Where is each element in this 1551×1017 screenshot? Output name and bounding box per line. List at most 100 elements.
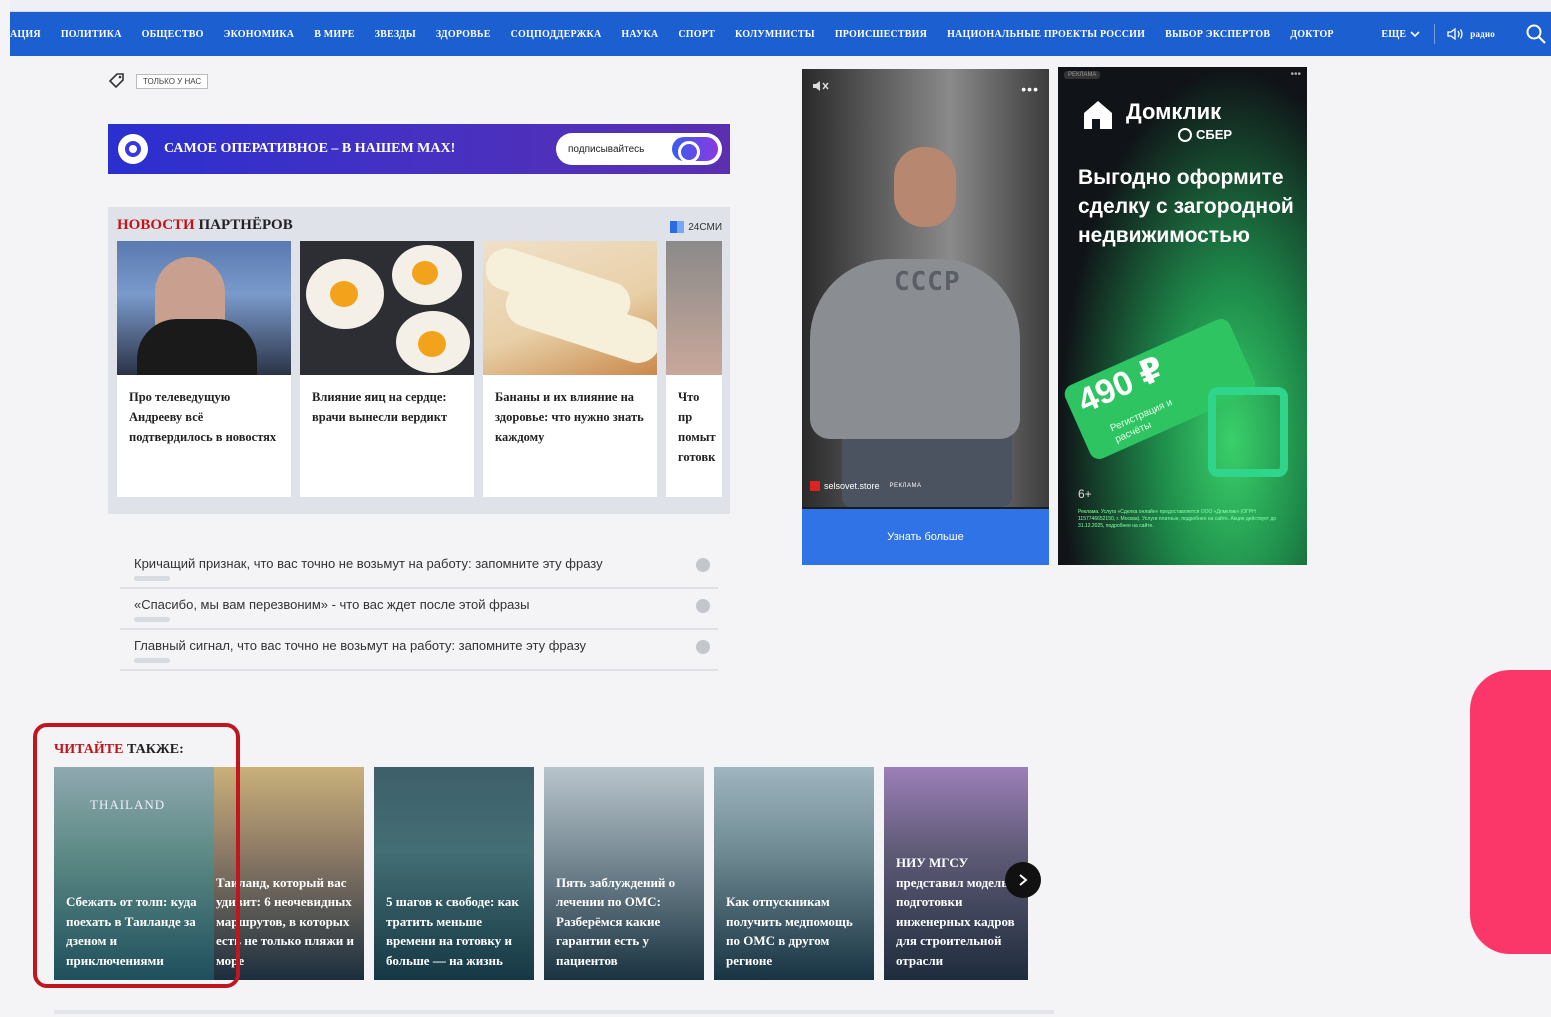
partner-card-image <box>483 241 657 375</box>
carousel-next-button[interactable] <box>1005 862 1041 898</box>
partner-card-image <box>666 241 722 375</box>
speaker-icon <box>1447 27 1463 41</box>
partner-card-text: Про телеведущую Андрееву всё подтвердило… <box>129 390 277 444</box>
partner-title-red: НОВОСТИ <box>117 217 195 233</box>
list-item[interactable]: Главный сигнал, что вас точно не возьмут… <box>120 630 718 671</box>
nav-item-0[interactable]: АЦИЯ <box>10 29 41 40</box>
exclusive-tag-row: ТОЛЬКО У НАС <box>108 72 209 90</box>
max-banner-text: САМОЕ ОПЕРАТИВНОЕ – В НАШЕМ MAX! <box>164 141 456 156</box>
chevron-right-icon <box>1019 874 1028 886</box>
video-ad[interactable]: СССР ••• selsovet.store РЕКЛАМА Узнать б… <box>802 69 1049 565</box>
sber-label: СБЕР <box>1196 127 1233 142</box>
nav-item-health[interactable]: ЗДОРОВЬЕ <box>436 29 491 40</box>
mute-icon[interactable] <box>812 79 830 93</box>
nav-item-national-projects[interactable]: НАЦИОНАЛЬНЫЕ ПРОЕКТЫ РОССИИ <box>947 29 1145 40</box>
highlight-frame <box>33 723 240 988</box>
list-item-text: Кричащий признак, что вас точно не возьм… <box>134 556 603 571</box>
video-ad-source: selsovet.store РЕКЛАМА <box>810 481 921 491</box>
read-also-card-text: 5 шагов к свободе: как тратить меньше вр… <box>386 894 519 968</box>
read-also-card[interactable]: Как отпускникам получить медпомощь по ОМ… <box>714 767 874 980</box>
nav-item-economy[interactable]: ЭКОНОМИКА <box>224 29 295 40</box>
tag-icon <box>108 73 124 89</box>
nav-item-social[interactable]: СОЦПОДДЕРЖКА <box>511 29 602 40</box>
video-ad-scene: СССР <box>802 69 1049 507</box>
list-item[interactable]: «Спасибо, мы вам перезвоним» - что вас ж… <box>120 589 718 630</box>
partner-card-image <box>300 241 474 375</box>
nav-item-columnists[interactable]: КОЛУМНИСТЫ <box>735 29 815 40</box>
partner-source[interactable]: 24СМИ <box>670 221 722 233</box>
nav-item-world[interactable]: В МИРЕ <box>314 29 354 40</box>
nav-item-science[interactable]: НАУКА <box>621 29 658 40</box>
bottom-divider <box>54 1010 1054 1014</box>
list-item-bar <box>134 617 170 622</box>
nav-item-doctor[interactable]: ДОКТОР <box>1290 29 1334 40</box>
radio-button[interactable]: радио <box>1447 27 1495 41</box>
ad-tag: РЕКЛАМА <box>1064 71 1101 79</box>
read-also-card-text: Как отпускникам получить медпомощь по ОМ… <box>726 894 853 968</box>
domclick-logo-icon <box>1084 101 1112 129</box>
partner-news-title: НОВОСТИ ПАРТНЁРОВ <box>117 217 293 234</box>
source-logo-icon <box>810 481 820 491</box>
video-ad-source-label: selsovet.store <box>824 481 880 491</box>
main-nav: АЦИЯ ПОЛИТИКА ОБЩЕСТВО ЭКОНОМИКА В МИРЕ … <box>10 12 1551 56</box>
nav-item-stars[interactable]: ЗВЕЗДЫ <box>375 29 416 40</box>
partner-news-block: НОВОСТИ ПАРТНЁРОВ 24СМИ Про телеведущую … <box>108 207 730 514</box>
side-floating-button[interactable] <box>1470 670 1551 954</box>
source-logo-icon <box>670 221 685 233</box>
learn-more-button[interactable]: Узнать больше <box>802 509 1049 565</box>
read-also-card-text: НИУ МГСУ представил модель подготовки ин… <box>896 855 1015 968</box>
partner-card[interactable]: Про телеведущую Андрееву всё подтвердило… <box>117 241 291 497</box>
list-item-bar <box>134 658 170 663</box>
read-also-card[interactable]: 5 шагов к свободе: как тратить меньше вр… <box>374 767 534 980</box>
partner-card-text: Что пр помыт готовк <box>678 390 716 464</box>
read-also-card-text: Пять заблуждений о лечении по ОМС: Разбе… <box>556 874 676 968</box>
exclusive-tag[interactable]: ТОЛЬКО У НАС <box>136 73 209 89</box>
sber-brand: СБЕР <box>1178 127 1232 142</box>
legal-text: Реклама. Услуга «Сделка онлайн» предоста… <box>1078 509 1277 529</box>
list-item-text: Главный сигнал, что вас точно не возьмут… <box>134 638 587 653</box>
nav-item-sport[interactable]: СПОРТ <box>678 29 715 40</box>
partner-cards: Про телеведущую Андрееву всё подтвердило… <box>117 241 722 497</box>
info-icon[interactable] <box>696 558 710 572</box>
nav-separator <box>1434 24 1436 44</box>
partner-card-image <box>117 241 291 375</box>
info-icon[interactable] <box>696 599 710 613</box>
read-also-card[interactable]: Пять заблуждений о лечении по ОМС: Разбе… <box>544 767 704 980</box>
domclick-ad[interactable]: РЕКЛАМА ••• Домклик СБЕР Выгодно оформит… <box>1058 67 1307 565</box>
partner-card-text: Влияние яиц на сердце: врачи вынесли вер… <box>312 390 448 424</box>
more-options-icon[interactable]: ••• <box>1021 81 1039 97</box>
partner-card[interactable]: Влияние яиц на сердце: врачи вынесли вер… <box>300 241 474 497</box>
partner-source-label: 24СМИ <box>688 221 722 233</box>
max-app-icon <box>672 137 718 163</box>
more-options-icon[interactable]: ••• <box>1290 69 1301 80</box>
list-item[interactable]: Кричащий признак, что вас точно не возьм… <box>120 548 718 589</box>
max-subscribe-banner[interactable]: САМОЕ ОПЕРАТИВНОЕ – В НАШЕМ MAX! подписы… <box>108 124 730 174</box>
shirt-text: СССР <box>894 267 961 297</box>
domclick-brand: Домклик <box>1126 99 1222 124</box>
list-item-text: «Спасибо, мы вам перезвоним» - что вас ж… <box>134 597 530 612</box>
nav-item-politics[interactable]: ПОЛИТИКА <box>61 29 122 40</box>
nav-item-incidents[interactable]: ПРОИСШЕСТВИЯ <box>835 29 927 40</box>
partner-title-rest: ПАРТНЁРОВ <box>198 217 293 233</box>
search-icon[interactable] <box>1525 23 1547 45</box>
age-rating: 6+ <box>1078 487 1092 501</box>
info-icon[interactable] <box>696 640 710 654</box>
nav-item-society[interactable]: ОБЩЕСТВО <box>142 29 204 40</box>
chevron-down-icon <box>1410 31 1420 38</box>
sber-check-icon <box>1178 127 1192 142</box>
domclick-headline: Выгодно оформите сделку с загородной нед… <box>1078 166 1294 247</box>
max-logo-icon <box>118 134 148 164</box>
partner-card[interactable]: Бананы и их влияние на здоровье: что нуж… <box>483 241 657 497</box>
nav-items: АЦИЯ ПОЛИТИКА ОБЩЕСТВО ЭКОНОМИКА В МИРЕ … <box>10 29 1354 40</box>
nav-item-experts[interactable]: ВЫБОР ЭКСПЕРТОВ <box>1165 29 1270 40</box>
nav-more-button[interactable]: ЕЩЕ <box>1381 29 1420 40</box>
browser-top-strip <box>10 0 1551 12</box>
list-item-bar <box>134 576 170 581</box>
partner-card-text: Бананы и их влияние на здоровье: что нуж… <box>495 390 644 444</box>
partner-card[interactable]: Что пр помыт готовк <box>666 241 722 497</box>
nav-right: ЕЩЕ радио <box>1381 12 1551 56</box>
max-subscribe-button[interactable]: подписывайтесь <box>556 133 722 165</box>
house-keychain-icon <box>1208 387 1288 477</box>
video-ad-label: РЕКЛАМА <box>889 483 922 489</box>
radio-label: радио <box>1470 29 1495 39</box>
